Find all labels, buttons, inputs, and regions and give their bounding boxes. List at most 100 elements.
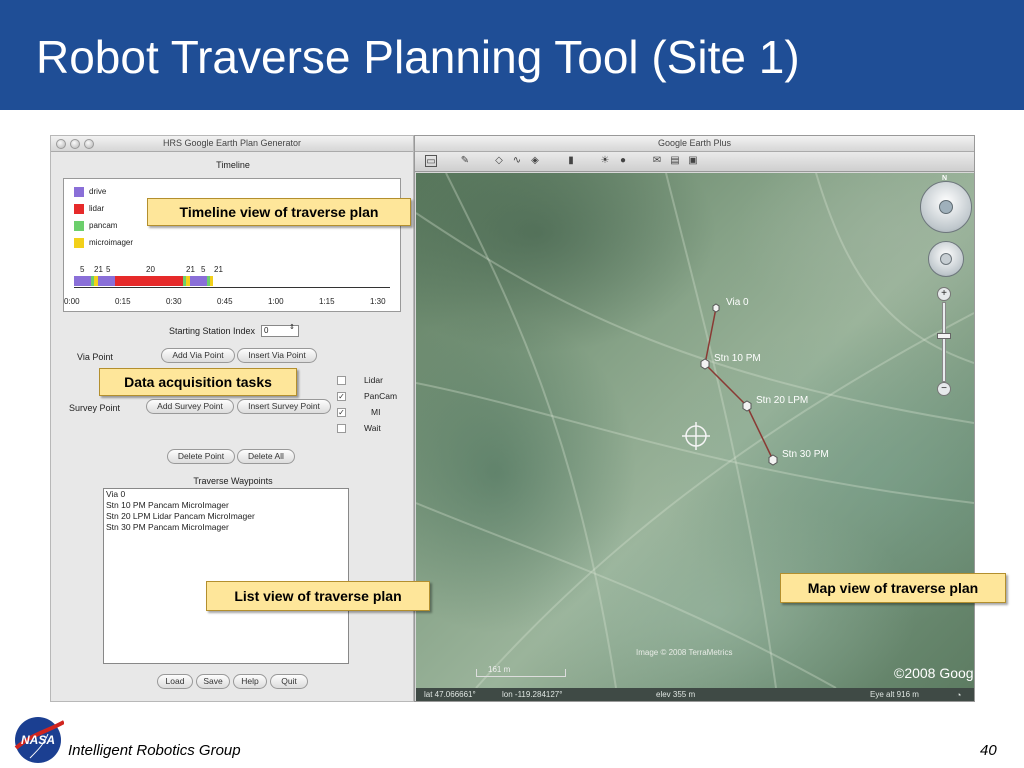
view-in-maps-icon[interactable]: ▣ bbox=[687, 155, 699, 167]
ruler-icon[interactable]: ▮ bbox=[565, 155, 577, 167]
elevation-readout: elev 355 m bbox=[656, 690, 696, 699]
waypoint-list-item[interactable]: Via 0 bbox=[104, 489, 348, 500]
slide: Robot Traverse Planning Tool (Site 1) HR… bbox=[0, 0, 1024, 768]
waypoint-label: Stn 10 PM bbox=[714, 353, 761, 364]
legend-swatch bbox=[74, 187, 84, 197]
polygon-icon[interactable]: ◇ bbox=[493, 155, 505, 167]
timeline-segment-drive bbox=[74, 276, 91, 286]
task-checkbox[interactable]: ✓ bbox=[337, 392, 346, 401]
legend-swatch bbox=[74, 238, 84, 248]
task-label: Lidar bbox=[364, 375, 383, 385]
task-checkbox[interactable] bbox=[337, 424, 346, 433]
window-title: HRS Google Earth Plan Generator bbox=[162, 138, 302, 148]
waypoint-marker[interactable] bbox=[742, 400, 752, 412]
timeline-tick-label: 1:30 bbox=[370, 297, 386, 306]
sun-icon[interactable]: ☀ bbox=[599, 155, 611, 167]
zoom-in-icon[interactable]: + bbox=[937, 287, 951, 301]
map-status-bar: lat 47.066661° lon -119.284127° elev 355… bbox=[416, 688, 974, 701]
waypoints-list[interactable]: Via 0 Stn 10 PM Pancam MicroImager Stn 20 … bbox=[103, 488, 349, 664]
page-number: 40 bbox=[980, 742, 997, 759]
window-titlebar: HRS Google Earth Plan Generator bbox=[51, 136, 413, 152]
delete-point-button[interactable]: Delete Point bbox=[167, 449, 235, 464]
google-logo: ©2008 Google bbox=[894, 665, 974, 681]
list-callout: List view of traverse plan bbox=[206, 581, 430, 611]
delete-all-button[interactable]: Delete All bbox=[237, 449, 295, 464]
waypoint-label: Stn 20 LPM bbox=[756, 395, 809, 406]
task-checkbox[interactable] bbox=[337, 376, 346, 385]
google-earth-window: Google Earth Plus ▭ ✎ ◇ ∿ ◈ ▮ ☀ ● ✉ ▤ ▣ bbox=[414, 135, 975, 702]
nasa-logo: NASA bbox=[12, 714, 65, 766]
waypoint-marker[interactable] bbox=[700, 358, 710, 370]
help-button[interactable]: Help bbox=[233, 674, 267, 689]
legend-label: drive bbox=[89, 187, 107, 196]
duration-label: 20 bbox=[146, 265, 155, 274]
map-window-title: Google Earth Plus bbox=[657, 138, 732, 148]
slide-title: Robot Traverse Planning Tool (Site 1) bbox=[36, 31, 800, 83]
hand-icon bbox=[940, 253, 952, 265]
insert-survey-point-button[interactable]: Insert Survey Point bbox=[237, 399, 331, 414]
quit-button[interactable]: Quit bbox=[270, 674, 308, 689]
timeline-tick-label: 1:00 bbox=[268, 297, 284, 306]
add-via-point-button[interactable]: Add Via Point bbox=[161, 348, 235, 363]
sidebar-toggle-icon[interactable]: ▭ bbox=[425, 155, 437, 167]
svg-text:NASA: NASA bbox=[21, 733, 55, 747]
tasks-callout: Data acquisition tasks bbox=[99, 368, 297, 396]
duration-label: 5 bbox=[201, 265, 206, 274]
duration-label: 21 bbox=[214, 265, 223, 274]
move-control[interactable] bbox=[928, 241, 964, 277]
planet-icon[interactable]: ● bbox=[617, 155, 629, 167]
waypoint-label: Stn 30 PM bbox=[782, 449, 829, 460]
zoom-slider-thumb[interactable] bbox=[937, 333, 951, 339]
legend-label: pancam bbox=[89, 221, 118, 230]
waypoint-marker[interactable] bbox=[768, 454, 778, 466]
add-survey-point-button[interactable]: Add Survey Point bbox=[146, 399, 234, 414]
print-icon[interactable]: ▤ bbox=[669, 155, 681, 167]
north-indicator[interactable]: N bbox=[942, 175, 947, 182]
task-label: PanCam bbox=[364, 391, 398, 401]
legend-label: microimager bbox=[89, 238, 134, 247]
via-point-label: Via Point bbox=[77, 352, 113, 362]
satellite-map[interactable]: Via 0 Stn 10 PM Stn 20 LPM Stn 30 PM N +… bbox=[416, 173, 974, 688]
waypoints-heading: Traverse Waypoints bbox=[193, 476, 273, 486]
eye-icon bbox=[939, 200, 953, 214]
title-bar: Robot Traverse Planning Tool (Site 1) bbox=[0, 0, 1024, 110]
scale-label: 161 m bbox=[488, 665, 511, 674]
timeline-heading: Timeline bbox=[216, 160, 250, 170]
load-button[interactable]: Load bbox=[157, 674, 193, 689]
footer-text: Intelligent Robotics Group bbox=[68, 742, 241, 759]
timeline-tick-label: 0:30 bbox=[166, 297, 182, 306]
timeline-segment-lidar bbox=[114, 276, 183, 286]
timeline-callout: Timeline view of traverse plan bbox=[147, 198, 411, 226]
insert-via-point-button[interactable]: Insert Via Point bbox=[237, 348, 317, 363]
task-checkbox[interactable]: ✓ bbox=[337, 408, 346, 417]
timeline-segment-drive bbox=[189, 276, 207, 286]
map-window-titlebar: Google Earth Plus bbox=[415, 136, 974, 152]
stepper-icon[interactable]: ⇕ bbox=[289, 323, 295, 331]
waypoint-marker[interactable] bbox=[712, 303, 720, 313]
placemark-icon[interactable]: ✎ bbox=[459, 155, 471, 167]
timeline-tick-label: 1:15 bbox=[319, 297, 335, 306]
timeline-tick-label: 0:00 bbox=[64, 297, 80, 306]
starting-station-label: Starting Station Index bbox=[169, 326, 256, 336]
duration-label: 21 bbox=[94, 265, 103, 274]
timeline-segment-drive bbox=[97, 276, 115, 286]
eye-altitude-readout: Eye alt 916 m bbox=[870, 690, 919, 699]
waypoint-list-item[interactable]: Stn 20 LPM Lidar Pancam MicroImager bbox=[104, 511, 348, 522]
timeline-tick-label: 0:45 bbox=[217, 297, 233, 306]
task-label: MI bbox=[371, 407, 381, 417]
timeline-tick-label: 0:15 bbox=[115, 297, 131, 306]
zoom-slider[interactable] bbox=[942, 302, 946, 382]
timeline-segment-microimager bbox=[210, 276, 214, 286]
overlay-icon[interactable]: ◈ bbox=[529, 155, 541, 167]
look-around-control[interactable] bbox=[920, 181, 972, 233]
timeline-axis bbox=[74, 287, 390, 288]
email-icon[interactable]: ✉ bbox=[651, 155, 663, 167]
path-icon[interactable]: ∿ bbox=[511, 155, 523, 167]
waypoint-list-item[interactable]: Stn 30 PM Pancam MicroImager bbox=[104, 522, 348, 533]
legend-swatch bbox=[74, 204, 84, 214]
save-button[interactable]: Save bbox=[196, 674, 230, 689]
zoom-out-icon[interactable]: − bbox=[937, 382, 951, 396]
waypoint-label: Via 0 bbox=[726, 297, 749, 308]
streaming-icon: ◔ bbox=[956, 690, 962, 700]
waypoint-list-item[interactable]: Stn 10 PM Pancam MicroImager bbox=[104, 500, 348, 511]
